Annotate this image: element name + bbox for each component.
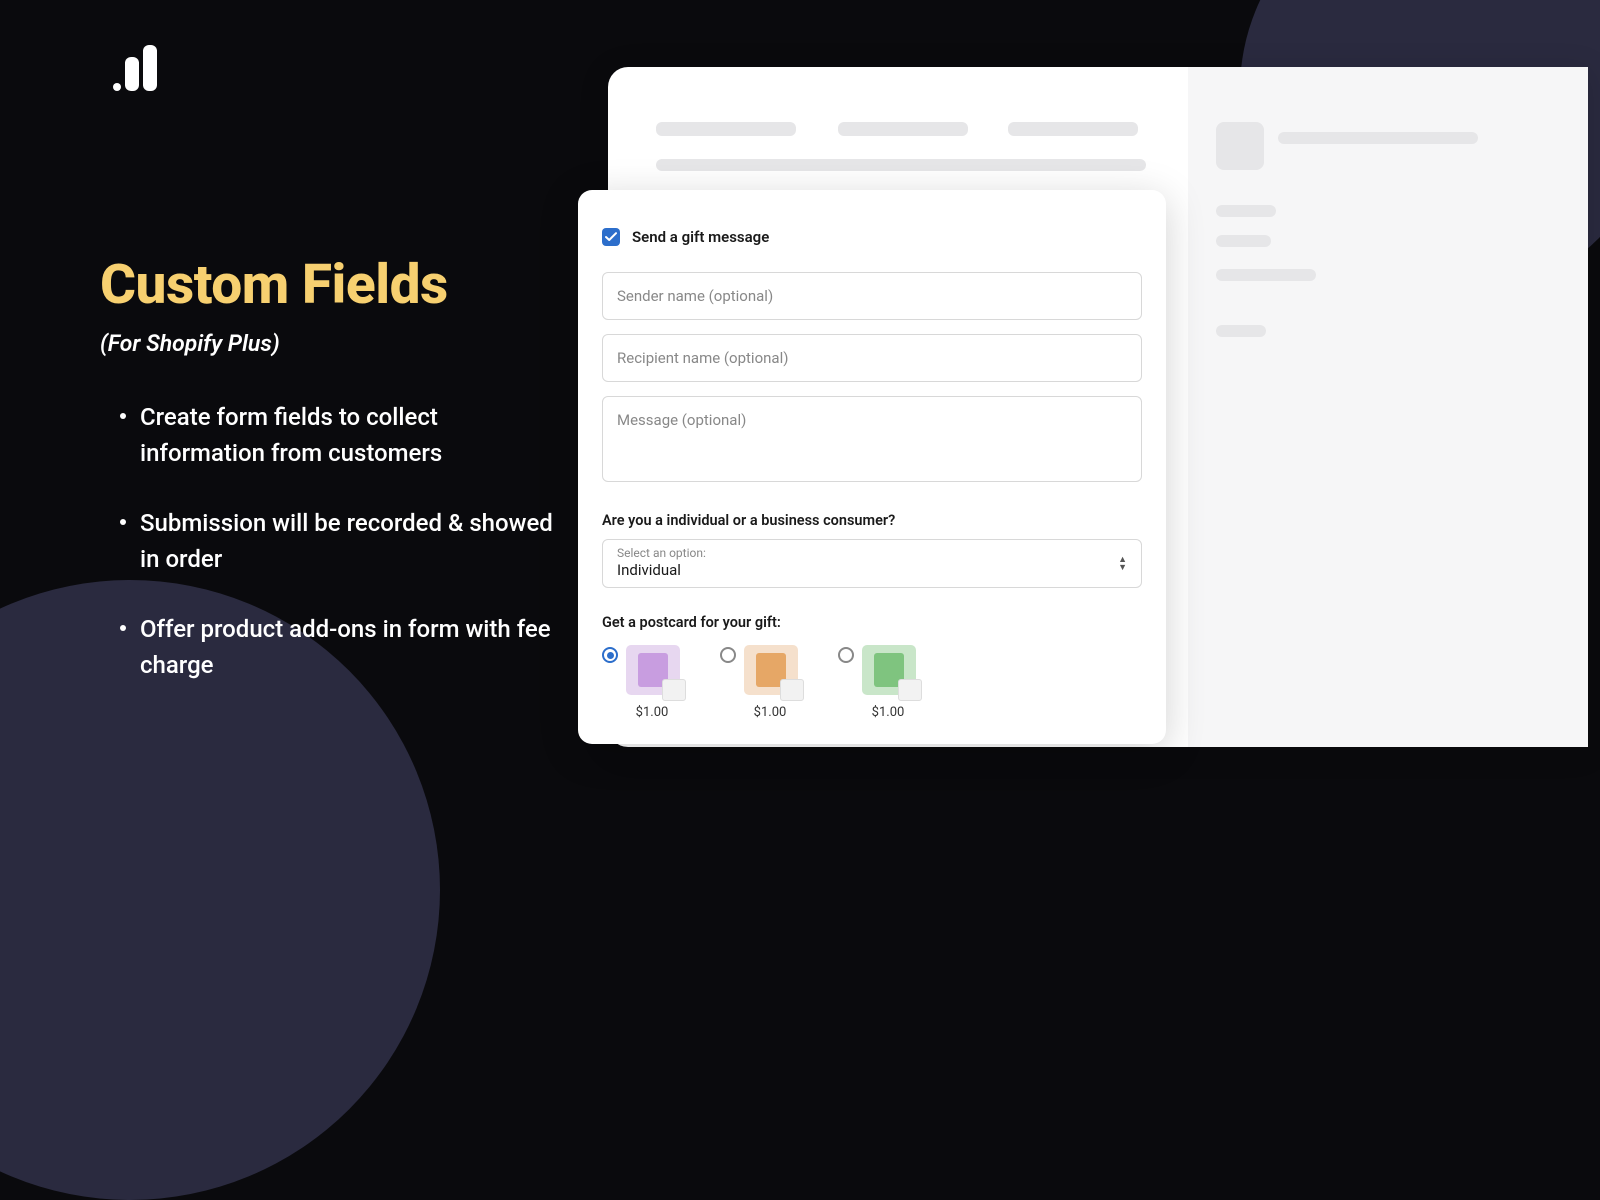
postcard-radio[interactable] bbox=[838, 647, 854, 663]
sender-name-input[interactable] bbox=[602, 272, 1142, 320]
skeleton-line bbox=[1278, 132, 1478, 144]
skeleton-line bbox=[656, 159, 1146, 171]
bullet-item: Offer product add-ons in form with fee c… bbox=[100, 611, 560, 683]
postcard-price: $1.00 bbox=[872, 705, 905, 720]
logo bbox=[113, 45, 157, 91]
skeleton-line bbox=[1216, 325, 1266, 337]
marketing-copy: Custom Fields (For Shopify Plus) Create … bbox=[100, 255, 560, 717]
custom-fields-card: Send a gift message Are you a individual… bbox=[578, 190, 1166, 744]
postcard-option[interactable]: $1.00 bbox=[602, 645, 680, 720]
skeleton-line bbox=[1216, 235, 1271, 247]
postcard-section-label: Get a postcard for your gift: bbox=[602, 614, 1142, 631]
message-textarea[interactable] bbox=[602, 396, 1142, 482]
gift-message-checkbox[interactable] bbox=[602, 228, 620, 246]
select-hint: Select an option: bbox=[617, 546, 1127, 560]
consumer-type-select[interactable]: Select an option: Individual ▲▼ bbox=[602, 539, 1142, 588]
consumer-type-label: Are you a individual or a business consu… bbox=[602, 512, 1142, 529]
check-icon bbox=[605, 232, 617, 242]
bullet-item: Create form fields to collect informatio… bbox=[100, 399, 560, 471]
chevron-updown-icon: ▲▼ bbox=[1118, 557, 1127, 571]
postcard-option[interactable]: $1.00 bbox=[720, 645, 798, 720]
skeleton-line bbox=[656, 122, 796, 136]
postcard-thumbnail bbox=[744, 645, 798, 695]
skeleton-line bbox=[838, 122, 968, 136]
bullet-item: Submission will be recorded & showed in … bbox=[100, 505, 560, 577]
skeleton-thumbnail bbox=[1216, 122, 1264, 170]
recipient-name-input[interactable] bbox=[602, 334, 1142, 382]
postcard-option[interactable]: $1.00 bbox=[838, 645, 916, 720]
skeleton-line bbox=[1008, 122, 1138, 136]
page-title: Custom Fields bbox=[100, 255, 560, 316]
gift-message-label: Send a gift message bbox=[632, 228, 769, 246]
select-value: Individual bbox=[617, 561, 1127, 579]
postcard-radio[interactable] bbox=[602, 647, 618, 663]
postcard-thumbnail bbox=[862, 645, 916, 695]
skeleton-line bbox=[1216, 205, 1276, 217]
postcard-price: $1.00 bbox=[754, 705, 787, 720]
page-subtitle: (For Shopify Plus) bbox=[100, 330, 560, 357]
postcard-thumbnail bbox=[626, 645, 680, 695]
postcard-radio[interactable] bbox=[720, 647, 736, 663]
postcard-price: $1.00 bbox=[636, 705, 669, 720]
skeleton-line bbox=[1216, 269, 1316, 281]
